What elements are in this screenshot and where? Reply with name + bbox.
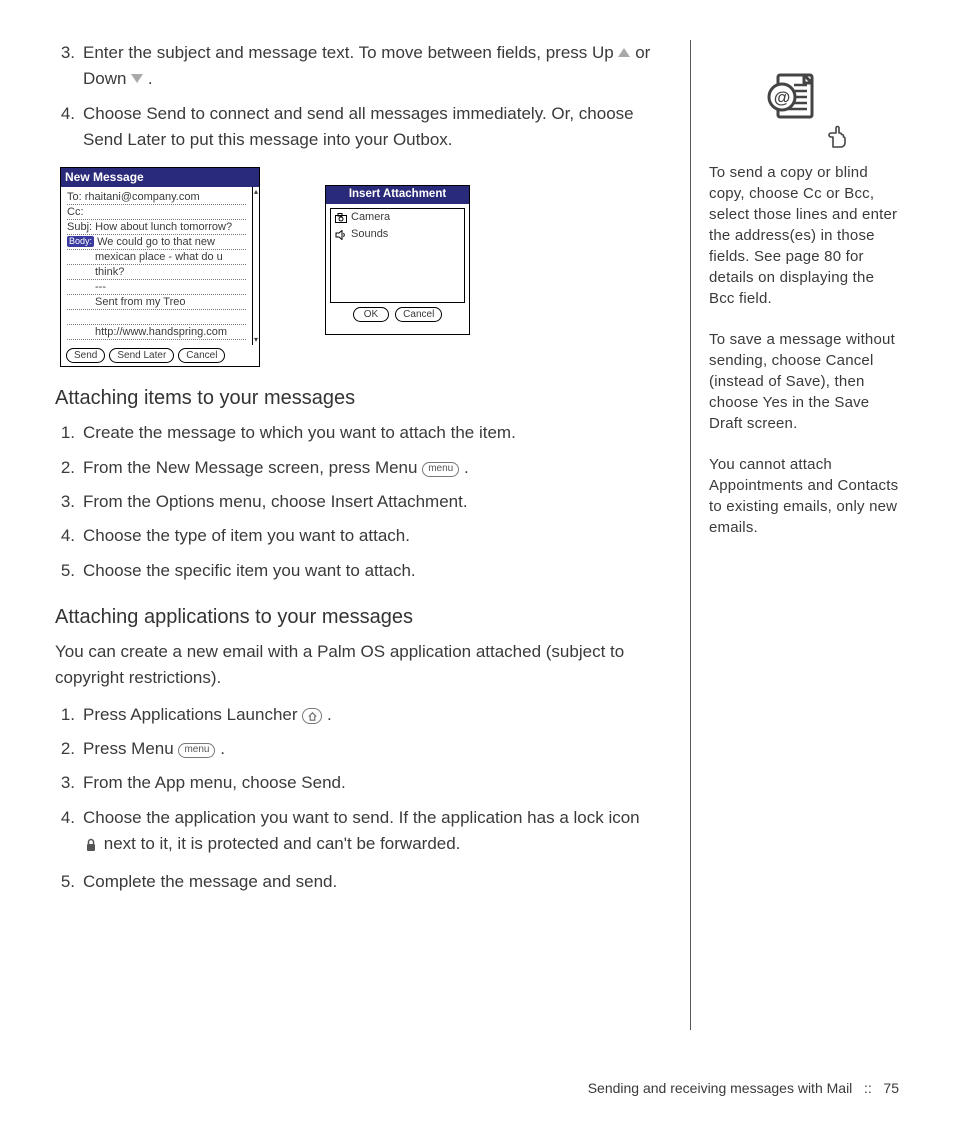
scrollbar[interactable]: ▴ ▾ — [252, 187, 259, 345]
list-number: 5. — [55, 558, 83, 584]
email-document-icon: @ — [764, 67, 822, 125]
subj-value: How about lunch tomorrow? — [95, 221, 232, 233]
step-text: . — [464, 458, 469, 477]
section-heading: Attaching applications to your messages — [55, 606, 660, 629]
step-text: From the App menu, choose Send. — [83, 770, 660, 796]
subj-label: Subj: — [67, 221, 92, 233]
step-text: From the New Message screen, press Menu — [83, 458, 422, 477]
sound-icon — [335, 230, 347, 240]
list-number: 4. — [55, 523, 83, 549]
button-bar: Send Send Later Cancel — [61, 345, 259, 366]
list-item[interactable]: Sounds — [331, 226, 464, 243]
footer: Sending and receiving messages with Mail… — [588, 1080, 899, 1096]
attach-step-2: 2. From the New Message screen, press Me… — [55, 455, 660, 481]
step-text: Enter the subject and message text. To m… — [83, 43, 618, 62]
ok-button[interactable]: OK — [353, 307, 389, 322]
step-text: Create the message to which you want to … — [83, 420, 660, 446]
screenshot-new-message: New Message To: rhaitani@company.com Cc:… — [60, 167, 260, 367]
dialog-title: Insert Attachment — [326, 186, 469, 204]
camera-icon — [335, 213, 347, 223]
to-value: rhaitani@company.com — [85, 191, 200, 203]
apps-step-5: 5. Complete the message and send. — [55, 869, 660, 895]
svg-text:@: @ — [774, 88, 790, 107]
list-item[interactable]: Camera — [331, 209, 464, 226]
attachment-list: Camera Sounds — [330, 208, 465, 303]
list-number: 3. — [55, 770, 83, 796]
list-number: 1. — [55, 420, 83, 446]
tip-text: To send a copy or blind copy, choose Cc … — [709, 162, 900, 309]
screenshots-container: New Message To: rhaitani@company.com Cc:… — [60, 167, 660, 367]
step-text: From the Options menu, choose Insert Att… — [83, 489, 660, 515]
list-number: 3. — [55, 40, 83, 93]
cc-label: Cc: — [67, 206, 84, 218]
attach-step-5: 5. Choose the specific item you want to … — [55, 558, 660, 584]
list-number: 2. — [55, 455, 83, 481]
body-line: We could go to that new — [97, 236, 215, 248]
list-number: 3. — [55, 489, 83, 515]
step-text: . — [327, 705, 332, 724]
footer-separator: :: — [864, 1080, 872, 1096]
screenshot-title: New Message — [61, 168, 259, 186]
menu-button-icon: menu — [422, 462, 459, 477]
screenshot-insert-attachment: Insert Attachment Camera Sounds OK Cance… — [325, 185, 470, 335]
intro-text: You can create a new email with a Palm O… — [55, 639, 660, 692]
cancel-button[interactable]: Cancel — [395, 307, 442, 322]
url-line: http://www.handspring.com — [67, 325, 246, 340]
step-4: 4. Choose Send to connect and send all m… — [55, 101, 660, 154]
lock-icon — [83, 834, 99, 860]
list-number: 4. — [55, 101, 83, 154]
list-item-label: Camera — [351, 211, 390, 224]
attach-step-4: 4. Choose the type of item you want to a… — [55, 523, 660, 549]
tip-text: You cannot attach Appointments and Conta… — [709, 454, 900, 538]
down-triangle-icon — [131, 74, 143, 83]
step-3: 3. Enter the subject and message text. T… — [55, 40, 660, 93]
page: 3. Enter the subject and message text. T… — [0, 0, 954, 1030]
list-number: 2. — [55, 736, 83, 762]
apps-step-4: 4. Choose the application you want to se… — [55, 805, 660, 861]
list-number: 1. — [55, 702, 83, 728]
apps-step-3: 3. From the App menu, choose Send. — [55, 770, 660, 796]
list-number: 4. — [55, 805, 83, 861]
send-button[interactable]: Send — [66, 348, 105, 363]
step-text: Choose the application you want to send.… — [83, 808, 640, 827]
step-text: . — [220, 739, 225, 758]
step-text: next to it, it is protected and can't be… — [104, 834, 461, 853]
cancel-button[interactable]: Cancel — [178, 348, 225, 363]
apps-step-1: 1. Press Applications Launcher . — [55, 702, 660, 728]
signature-line: Sent from my Treo — [67, 295, 246, 310]
applications-launcher-icon — [302, 708, 322, 724]
main-column: 3. Enter the subject and message text. T… — [0, 40, 690, 1030]
section-heading: Attaching items to your messages — [55, 387, 660, 410]
footer-chapter: Sending and receiving messages with Mail — [588, 1080, 853, 1096]
send-later-button[interactable]: Send Later — [109, 348, 174, 363]
dash-line: --- — [67, 280, 246, 295]
list-item-label: Sounds — [351, 228, 388, 241]
step-text: Choose the type of item you want to atta… — [83, 523, 660, 549]
dialog-buttons: OK Cancel — [326, 307, 469, 326]
sidebar: @ To send a copy or blind copy, choose C… — [690, 40, 900, 1030]
to-label: To: — [67, 191, 82, 203]
attach-step-3: 3. From the Options menu, choose Insert … — [55, 489, 660, 515]
step-text: Press Applications Launcher — [83, 705, 302, 724]
page-number: 75 — [883, 1080, 899, 1096]
body-tag: Body: — [67, 236, 94, 247]
step-text: Press Menu — [83, 739, 178, 758]
screenshot-body: To: rhaitani@company.com Cc: Subj: How a… — [61, 187, 252, 345]
apps-step-2: 2. Press Menu menu . — [55, 736, 660, 762]
step-text: Complete the message and send. — [83, 869, 660, 895]
body-line: mexican place - what do u — [67, 250, 246, 265]
attach-step-1: 1. Create the message to which you want … — [55, 420, 660, 446]
step-text: Choose the specific item you want to att… — [83, 558, 660, 584]
pointing-hand-icon — [826, 125, 848, 149]
tip-text: To save a message without sending, choos… — [709, 329, 900, 434]
up-triangle-icon — [618, 48, 630, 57]
list-number: 5. — [55, 869, 83, 895]
step-text: Choose Send to connect and send all mess… — [83, 101, 660, 154]
menu-button-icon: menu — [178, 743, 215, 758]
step-text: . — [148, 69, 153, 88]
body-line: think? — [67, 265, 246, 280]
